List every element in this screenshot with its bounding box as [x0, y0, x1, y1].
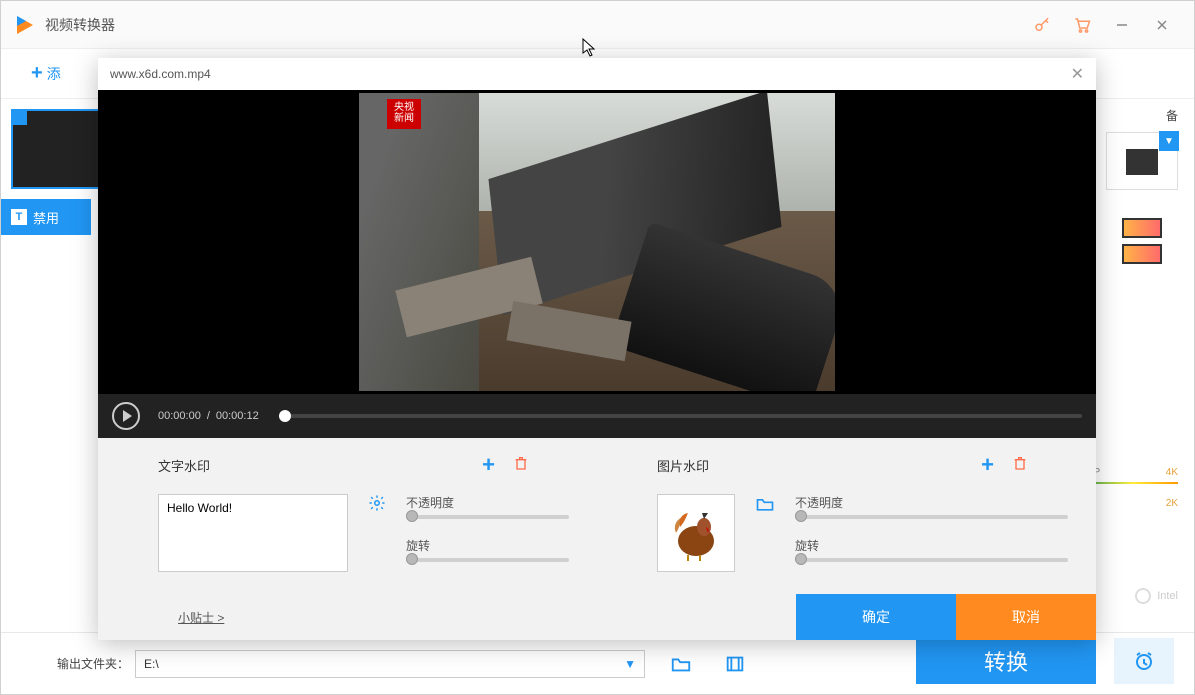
- time-separator: /: [207, 410, 210, 422]
- right-column: 备 ▼: [1094, 99, 1194, 694]
- schedule-button[interactable]: [1114, 638, 1174, 684]
- text-watermark-section: 文字水印 + 不透明度 旋转: [98, 452, 597, 594]
- open-folder-button[interactable]: [663, 646, 699, 682]
- image-watermark-section: 图片水印 +: [597, 452, 1096, 594]
- progress-bar[interactable]: [279, 414, 1082, 418]
- convert-button[interactable]: 转换: [916, 638, 1096, 684]
- chevron-down-icon: ▼: [1159, 131, 1179, 151]
- slider-thumb[interactable]: [406, 553, 418, 565]
- watermark-modal: www.x6d.com.mp4 ✕ 央视 新闻 00:00:00 / 00:00…: [98, 58, 1096, 640]
- text-wm-title: 文字水印: [158, 456, 210, 475]
- output-path: E:\: [144, 657, 159, 671]
- quality-mid: 2K: [1088, 498, 1178, 509]
- output-folder-select[interactable]: E:\ ▼: [135, 650, 645, 678]
- text-opacity-slider[interactable]: [406, 515, 569, 519]
- image-opacity-label: 不透明度: [795, 494, 1068, 511]
- video-frame[interactable]: 央视 新闻: [359, 93, 835, 391]
- app-title: 视频转换器: [45, 15, 1022, 35]
- image-wm-browse-button[interactable]: [755, 494, 775, 519]
- text-rotate-label: 旋转: [406, 537, 569, 554]
- disable-label: 禁用: [33, 208, 59, 227]
- minimize-button[interactable]: [1102, 5, 1142, 45]
- disable-tab[interactable]: T 禁用: [1, 199, 91, 235]
- slider-thumb[interactable]: [406, 510, 418, 522]
- image-wm-add-button[interactable]: +: [981, 452, 994, 478]
- play-button[interactable]: [112, 402, 140, 430]
- video-content: [359, 93, 835, 391]
- gallery-strip: [1106, 218, 1178, 264]
- turkey-icon: [666, 503, 726, 563]
- image-opacity-slider[interactable]: [795, 515, 1068, 519]
- merge-button[interactable]: [717, 646, 753, 682]
- ok-button[interactable]: 确定: [796, 594, 956, 640]
- output-folder-label: 输出文件夹：: [57, 655, 129, 672]
- modal-close-button[interactable]: ✕: [1071, 64, 1084, 84]
- image-rotate-slider[interactable]: [795, 558, 1068, 562]
- image-rotate-label: 旋转: [795, 537, 1068, 554]
- quality-line: [1088, 482, 1178, 484]
- quality-high: 4K: [1166, 467, 1178, 478]
- intel-logo-icon: [1135, 588, 1151, 604]
- player-bar: 00:00:00 / 00:00:12: [98, 394, 1096, 438]
- chevron-down-icon: ▼: [624, 657, 636, 671]
- text-rotate-slider[interactable]: [406, 558, 569, 562]
- cart-icon[interactable]: [1062, 5, 1102, 45]
- format-selector[interactable]: ▼: [1106, 132, 1178, 190]
- quality-indicator: 0P 4K 2K: [1088, 467, 1178, 509]
- text-opacity-label: 不透明度: [406, 494, 569, 511]
- intel-badge: Intel: [1135, 588, 1178, 604]
- cancel-button[interactable]: 取消: [956, 594, 1096, 640]
- image-wm-title: 图片水印: [657, 456, 709, 475]
- license-key-icon[interactable]: [1022, 5, 1062, 45]
- film-strip-icon[interactable]: [1122, 244, 1162, 264]
- text-wm-settings-button[interactable]: [368, 494, 386, 517]
- convert-label: 转换: [984, 645, 1028, 677]
- image-wm-preview[interactable]: [657, 494, 735, 572]
- time-duration: 00:00:12: [216, 410, 259, 422]
- app-logo-icon: [13, 13, 37, 37]
- close-button[interactable]: [1142, 5, 1182, 45]
- format-thumb-icon: [1126, 149, 1158, 175]
- add-file-button[interactable]: + 添: [31, 62, 61, 85]
- video-preview: 央视 新闻: [98, 90, 1096, 394]
- progress-thumb[interactable]: [279, 410, 291, 422]
- add-file-label: 添: [47, 64, 61, 84]
- intel-label: Intel: [1157, 590, 1178, 602]
- modal-header: www.x6d.com.mp4 ✕: [98, 58, 1096, 90]
- device-label: 备: [1094, 107, 1178, 124]
- watermark-area: 文字水印 + 不透明度 旋转: [98, 438, 1096, 594]
- image-wm-delete-button[interactable]: [1012, 455, 1028, 476]
- tip-link[interactable]: 小贴士 >: [178, 609, 224, 626]
- thumb-check-icon: [13, 111, 27, 125]
- titlebar: 视频转换器: [1, 1, 1194, 49]
- modal-footer: 小贴士 > 确定 取消: [98, 594, 1096, 640]
- modal-title: www.x6d.com.mp4: [110, 67, 211, 81]
- news-badge: 央视 新闻: [387, 99, 421, 129]
- film-strip-icon[interactable]: [1122, 218, 1162, 238]
- plus-icon: +: [31, 62, 43, 85]
- time-current: 00:00:00: [158, 410, 201, 422]
- text-wm-add-button[interactable]: +: [482, 452, 495, 478]
- text-icon: T: [11, 209, 27, 225]
- slider-thumb[interactable]: [795, 553, 807, 565]
- text-wm-delete-button[interactable]: [513, 455, 529, 476]
- text-wm-input[interactable]: [158, 494, 348, 572]
- bottom-bar: 输出文件夹： E:\ ▼ 转换: [1, 632, 1194, 694]
- slider-thumb[interactable]: [795, 510, 807, 522]
